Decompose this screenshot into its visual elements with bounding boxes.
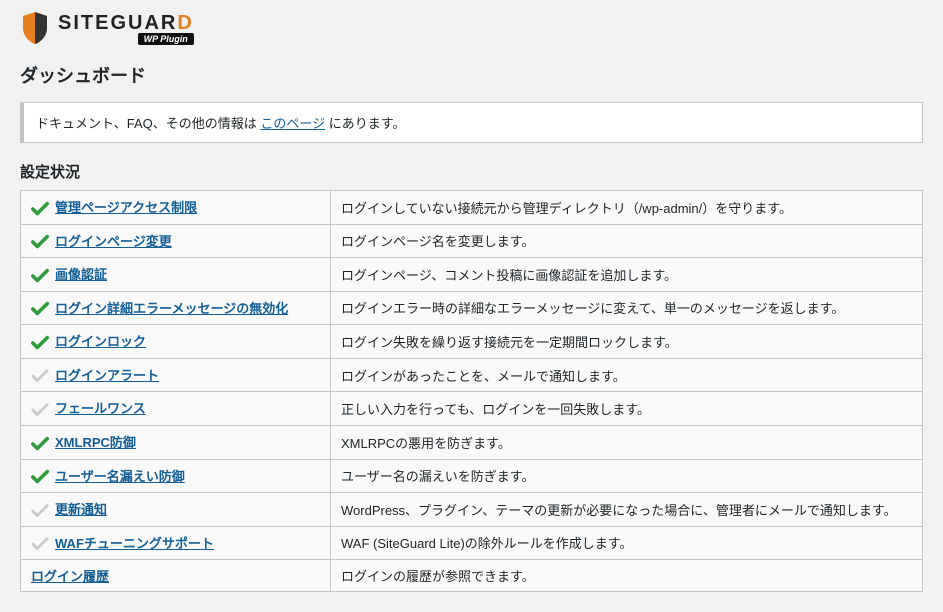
check-enabled-icon bbox=[31, 300, 51, 318]
check-enabled-icon bbox=[31, 233, 51, 251]
setting-label-cell: ログインアラート bbox=[21, 358, 331, 392]
brand-text: SITEGUARD WP Plugin bbox=[58, 12, 194, 45]
setting-description: ログインしていない接続元から管理ディレクトリ（/wp-admin/）を守ります。 bbox=[331, 191, 923, 225]
setting-description: ログインの履歴が参照できます。 bbox=[331, 560, 923, 592]
check-enabled-icon bbox=[31, 435, 51, 453]
setting-link[interactable]: ログイン履歴 bbox=[31, 569, 109, 584]
setting-link[interactable]: WAFチューニングサポート bbox=[55, 536, 214, 551]
brand-subtitle: WP Plugin bbox=[138, 33, 194, 45]
check-disabled-icon bbox=[31, 535, 51, 553]
section-title: 設定状況 bbox=[20, 161, 923, 182]
table-row: ログインページ変更 ログインページ名を変更します。 bbox=[21, 224, 923, 258]
notice-suffix: にあります。 bbox=[325, 116, 405, 131]
setting-link[interactable]: ログイン詳細エラーメッセージの無効化 bbox=[55, 301, 288, 316]
table-row: ログインロック ログイン失敗を繰り返す接続元を一定期間ロックします。 bbox=[21, 325, 923, 359]
setting-label-cell: XMLRPC防御 bbox=[21, 425, 331, 459]
settings-table: 管理ページアクセス制限 ログインしていない接続元から管理ディレクトリ（/wp-ad… bbox=[20, 190, 923, 592]
check-disabled-icon bbox=[31, 401, 51, 419]
info-notice: ドキュメント、FAQ、その他の情報は このページ にあります。 bbox=[20, 102, 923, 143]
table-row: ログインアラート ログインがあったことを、メールで通知します。 bbox=[21, 358, 923, 392]
setting-label-cell: ログインページ変更 bbox=[21, 224, 331, 258]
setting-link[interactable]: フェールワンス bbox=[55, 401, 146, 416]
table-row: XMLRPC防御 XMLRPCの悪用を防ぎます。 bbox=[21, 425, 923, 459]
check-disabled-icon bbox=[31, 367, 51, 385]
setting-link[interactable]: 画像認証 bbox=[55, 267, 107, 282]
setting-link[interactable]: 管理ページアクセス制限 bbox=[55, 200, 197, 215]
docs-link[interactable]: このページ bbox=[260, 116, 325, 131]
setting-description: XMLRPCの悪用を防ぎます。 bbox=[331, 425, 923, 459]
setting-description: WAF (SiteGuard Lite)の除外ルールを作成します。 bbox=[331, 526, 923, 560]
setting-label-cell: 更新通知 bbox=[21, 493, 331, 527]
setting-description: ログインページ、コメント投稿に画像認証を追加します。 bbox=[331, 258, 923, 292]
setting-label-cell: 管理ページアクセス制限 bbox=[21, 191, 331, 225]
check-enabled-icon bbox=[31, 200, 51, 218]
setting-label-cell: ユーザー名漏えい防御 bbox=[21, 459, 331, 493]
notice-prefix: ドキュメント、FAQ、その他の情報は bbox=[36, 116, 260, 131]
table-row: WAFチューニングサポート WAF (SiteGuard Lite)の除外ルールを… bbox=[21, 526, 923, 560]
setting-description: ログインがあったことを、メールで通知します。 bbox=[331, 358, 923, 392]
table-row: ログイン詳細エラーメッセージの無効化 ログインエラー時の詳細なエラーメッセージに変… bbox=[21, 291, 923, 325]
setting-label-cell: WAFチューニングサポート bbox=[21, 526, 331, 560]
setting-label-cell: ログインロック bbox=[21, 325, 331, 359]
table-row: 画像認証 ログインページ、コメント投稿に画像認証を追加します。 bbox=[21, 258, 923, 292]
table-row: ユーザー名漏えい防御 ユーザー名の漏えいを防ぎます。 bbox=[21, 459, 923, 493]
setting-link[interactable]: ユーザー名漏えい防御 bbox=[55, 469, 185, 484]
setting-link[interactable]: ログインアラート bbox=[55, 368, 159, 383]
brand-logo: SITEGUARD WP Plugin bbox=[20, 10, 923, 46]
setting-label-cell: ログイン履歴 bbox=[21, 560, 331, 592]
setting-description: ログインページ名を変更します。 bbox=[331, 224, 923, 258]
setting-label-cell: フェールワンス bbox=[21, 392, 331, 426]
setting-link[interactable]: XMLRPC防御 bbox=[55, 435, 136, 450]
check-disabled-icon bbox=[31, 502, 51, 520]
table-row: 管理ページアクセス制限 ログインしていない接続元から管理ディレクトリ（/wp-ad… bbox=[21, 191, 923, 225]
table-row: ログイン履歴 ログインの履歴が参照できます。 bbox=[21, 560, 923, 592]
setting-label-cell: ログイン詳細エラーメッセージの無効化 bbox=[21, 291, 331, 325]
brand-title: SITEGUARD bbox=[58, 12, 194, 35]
table-row: 更新通知 WordPress、プラグイン、テーマの更新が必要になった場合に、管理者… bbox=[21, 493, 923, 527]
table-row: フェールワンス 正しい入力を行っても、ログインを一回失敗します。 bbox=[21, 392, 923, 426]
setting-description: WordPress、プラグイン、テーマの更新が必要になった場合に、管理者にメール… bbox=[331, 493, 923, 527]
setting-link[interactable]: ログインロック bbox=[55, 334, 146, 349]
setting-description: ログイン失敗を繰り返す接続元を一定期間ロックします。 bbox=[331, 325, 923, 359]
setting-label-cell: 画像認証 bbox=[21, 258, 331, 292]
setting-description: 正しい入力を行っても、ログインを一回失敗します。 bbox=[331, 392, 923, 426]
check-enabled-icon bbox=[31, 468, 51, 486]
setting-description: ログインエラー時の詳細なエラーメッセージに変えて、単一のメッセージを返します。 bbox=[331, 291, 923, 325]
setting-link[interactable]: ログインページ変更 bbox=[55, 234, 172, 249]
setting-link[interactable]: 更新通知 bbox=[55, 502, 107, 517]
page-title: ダッシュボード bbox=[20, 62, 923, 88]
shield-icon bbox=[20, 10, 50, 46]
check-enabled-icon bbox=[31, 334, 51, 352]
check-enabled-icon bbox=[31, 267, 51, 285]
setting-description: ユーザー名の漏えいを防ぎます。 bbox=[331, 459, 923, 493]
